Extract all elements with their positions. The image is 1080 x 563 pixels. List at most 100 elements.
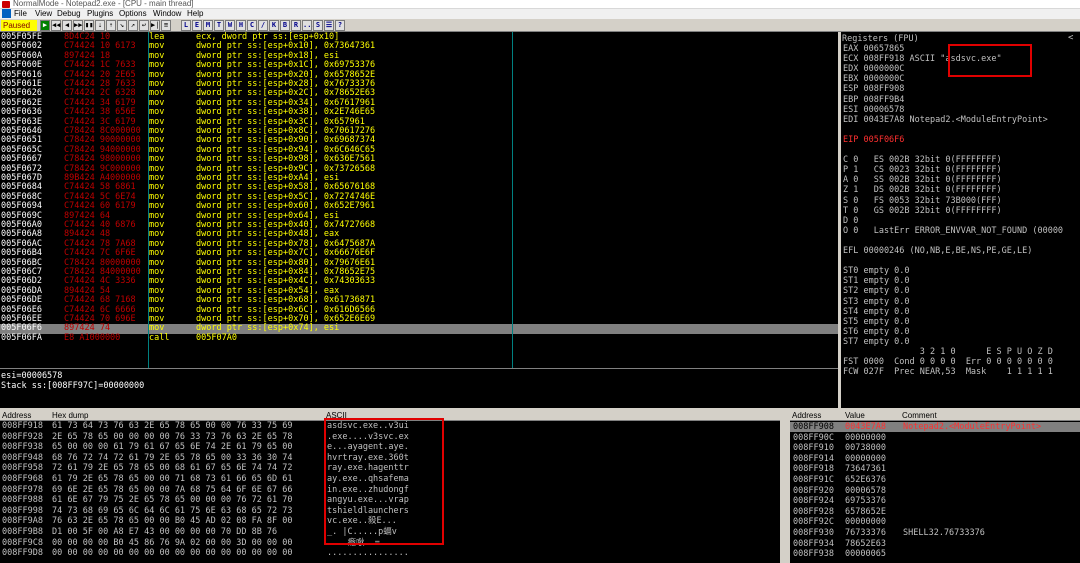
stack-row[interactable]: 008FF91C 652E6376 <box>790 475 1080 485</box>
dump-hex[interactable]: 61 79 2E 65 78 65 00 00 71 68 73 61 66 6… <box>52 474 293 484</box>
menu-window[interactable]: Window <box>153 9 181 19</box>
stack-row[interactable]: 008FF90C 00000000 <box>790 433 1080 443</box>
stack-header-address[interactable]: Address <box>790 410 843 421</box>
dump-hex[interactable]: 2E 65 78 65 00 00 00 00 76 33 73 76 63 2… <box>52 432 293 442</box>
dump-hex[interactable]: 69 6E 2E 65 78 65 00 00 7A 68 75 64 6F 6… <box>52 485 293 495</box>
toolbar-step-back-button[interactable]: ◀◀ <box>51 20 61 31</box>
disasm-row[interactable]: 005F0602 C74424 10 6173 mov dword ptr ss:[e… <box>0 41 838 51</box>
register-line[interactable]: EDI 0043E7A8 Notepad2.<ModuleEntryPoint> <box>843 115 1048 125</box>
stack-header-comment[interactable]: Comment <box>900 410 1080 421</box>
toolbar-execute-till-return-button[interactable]: ↩ <box>139 20 149 31</box>
register-line[interactable]: O 0 LastErr ERROR_ENVVAR_NOT_FOUND (0000… <box>843 226 1063 236</box>
register-line[interactable]: ST1 empty 0.0 <box>843 276 910 286</box>
dump-address[interactable]: 008FF968 <box>2 474 43 484</box>
dump-address[interactable]: 008FF998 <box>2 506 43 516</box>
register-line[interactable]: ST4 empty 0.0 <box>843 307 910 317</box>
dump-address[interactable]: 008FF978 <box>2 485 43 495</box>
menu-help[interactable]: Help <box>187 9 203 19</box>
toolbar-handles-button[interactable]: H <box>236 20 246 31</box>
register-line[interactable]: P 1 CS 0023 32bit 0(FFFFFFFF) <box>843 165 1002 175</box>
toolbar-step-into-button[interactable]: ⇣ <box>95 20 105 31</box>
disasm-row[interactable]: 005F06A0 C74424 40 6876 mov dword ptr ss:[e… <box>0 220 838 230</box>
register-line[interactable]: 3 2 1 0 E S P U O Z D <box>843 347 1053 357</box>
disasm-row[interactable]: 005F0694 C74424 60 6179 mov dword ptr ss:[e… <box>0 201 838 211</box>
toolbar-call-stack-button[interactable]: K <box>269 20 279 31</box>
register-line[interactable]: FCW 027F Prec NEAR,53 Mask 1 1 1 1 1 <box>843 367 1053 377</box>
toolbar-goto-button[interactable]: ≡ <box>161 20 171 31</box>
toolbar-trace-into-button[interactable]: ↘ <box>117 20 127 31</box>
toolbar-log-button[interactable]: L <box>181 20 191 31</box>
toolbar-threads-button[interactable]: T <box>214 20 224 31</box>
toolbar-executable-modules-button[interactable]: E <box>192 20 202 31</box>
toolbar-run-to-selection-button[interactable]: ▶| <box>150 20 160 31</box>
stack-row[interactable]: 008FF908 0043E7A8 Notepad2.<ModuleEntryPoi… <box>790 422 1080 432</box>
toolbar-memory-map-button[interactable]: M <box>203 20 213 31</box>
toolbar-breakpoints-button[interactable]: B <box>280 20 290 31</box>
register-line[interactable]: S 0 FS 0053 32bit 73B000(FFF) <box>843 196 1002 206</box>
register-line[interactable]: A 0 SS 002B 32bit 0(FFFFFFFF) <box>843 175 1002 185</box>
register-line[interactable]: ST3 empty 0.0 <box>843 297 910 307</box>
stack-row[interactable]: 008FF930 76733376 SHELL32.76733376 <box>790 528 1080 538</box>
dump-hex[interactable]: 00 00 00 00 00 00 00 00 00 00 00 00 00 0… <box>52 548 293 558</box>
dump-address[interactable]: 008FF948 <box>2 453 43 463</box>
register-line[interactable]: ST0 empty 0.0 <box>843 266 910 276</box>
dump-address[interactable]: 008FF928 <box>2 432 43 442</box>
disasm-row[interactable]: 005F06EE C74424 70 696E mov dword ptr ss:[e… <box>0 314 838 324</box>
register-line[interactable]: C 0 ES 002B 32bit 0(FFFFFFFF) <box>843 155 1002 165</box>
registers-collapse-icon[interactable]: < <box>1068 33 1073 43</box>
dump-address[interactable]: 008FF918 <box>2 421 43 431</box>
app-menu-icon[interactable] <box>2 9 11 18</box>
toolbar-source-button[interactable]: S <box>313 20 323 31</box>
dump-address[interactable]: 008FF9B8 <box>2 527 43 537</box>
dump-hex[interactable]: 61 73 64 73 76 63 2E 65 78 65 00 00 76 3… <box>52 421 293 431</box>
toolbar-rewind-button[interactable]: ◀ <box>62 20 72 31</box>
register-line[interactable]: ST6 empty 0.0 <box>843 327 910 337</box>
stack-header-value[interactable]: Value <box>843 410 900 421</box>
register-line[interactable]: ST7 empty 0.0 <box>843 337 910 347</box>
register-line[interactable]: Z 1 DS 002B 32bit 0(FFFFFFFF) <box>843 185 1002 195</box>
dump-scrollbar[interactable] <box>780 410 790 563</box>
stack-row[interactable]: 008FF914 00000000 <box>790 454 1080 464</box>
stack-row[interactable]: 008FF910 00738000 <box>790 443 1080 453</box>
dump-address[interactable]: 008FF9A8 <box>2 516 43 526</box>
dump-hex[interactable]: 00 00 00 00 B0 45 86 76 9A 02 00 00 3D 0… <box>52 538 293 548</box>
register-line[interactable]: ESP 008FF908 <box>843 84 904 94</box>
stack-row[interactable]: 008FF938 00000065 <box>790 549 1080 559</box>
dump-ascii[interactable]: ................ <box>327 548 409 558</box>
register-line[interactable]: EBP 008FF9B4 <box>843 95 904 105</box>
register-line[interactable]: FST 0000 Cond 0 0 0 0 Err 0 0 0 0 0 0 0 <box>843 357 1053 367</box>
toolbar-list-button[interactable]: ☰ <box>324 20 334 31</box>
register-line[interactable]: EAX 00657865 <box>843 44 904 54</box>
toolbar-step-over-button[interactable]: ⇡ <box>106 20 116 31</box>
dump-hex[interactable]: 68 76 72 74 72 61 79 2E 65 78 65 00 33 3… <box>52 453 293 463</box>
toolbar-windows-button[interactable]: W <box>225 20 235 31</box>
dump-header-address[interactable]: Address <box>0 410 50 421</box>
menu-debug[interactable]: Debug <box>57 9 81 19</box>
register-line[interactable]: ST2 empty 0.0 <box>843 286 910 296</box>
toolbar-trace-over-button[interactable]: ↗ <box>128 20 138 31</box>
menu-options[interactable]: Options <box>119 9 147 19</box>
stack-row[interactable]: 008FF92C 00000000 <box>790 517 1080 527</box>
menu-file[interactable]: File <box>14 9 27 19</box>
toolbar-run-button[interactable]: ▶ <box>40 20 50 31</box>
menu-view[interactable]: View <box>35 9 52 19</box>
toolbar-help-button[interactable]: ? <box>335 20 345 31</box>
stack-row[interactable]: 008FF924 69753376 <box>790 496 1080 506</box>
toolbar-pause-button[interactable]: ▮▮ <box>84 20 94 31</box>
dump-header-hex[interactable]: Hex dump <box>50 410 324 421</box>
toolbar-references-button[interactable]: R <box>291 20 301 31</box>
dump-address[interactable]: 008FF988 <box>2 495 43 505</box>
dump-hex[interactable]: D1 00 5F 00 A8 E7 43 00 00 00 00 70 DD 8… <box>52 527 277 537</box>
register-line[interactable]: ESI 00006578 <box>843 105 904 115</box>
dump-hex[interactable]: 72 61 79 2E 65 78 65 00 68 61 67 65 6E 7… <box>52 463 293 473</box>
register-line[interactable]: EDX 0000000C <box>843 64 904 74</box>
stack-row[interactable]: 008FF928 6578652E <box>790 507 1080 517</box>
dump-hex[interactable]: 74 73 68 69 65 6C 64 6C 61 75 6E 63 68 6… <box>52 506 293 516</box>
register-line[interactable]: EFL 00000246 (NO,NB,E,BE,NS,PE,GE,LE) <box>843 246 1032 256</box>
dump-hex[interactable]: 61 6E 67 79 75 2E 65 78 65 00 00 00 76 7… <box>52 495 293 505</box>
dump-address[interactable]: 008FF938 <box>2 442 43 452</box>
register-line[interactable]: D 0 <box>843 216 858 226</box>
toolbar-cpu-button[interactable]: C <box>247 20 257 31</box>
register-line[interactable]: EIP 005F06F6 <box>843 135 904 145</box>
register-line[interactable]: EBX 0000000C <box>843 74 904 84</box>
